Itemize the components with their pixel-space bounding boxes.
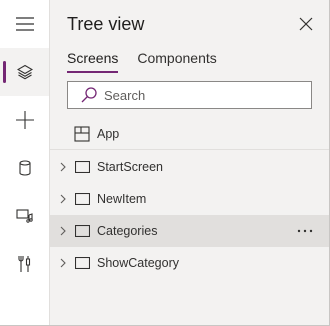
left-rail [0, 0, 50, 325]
chevron-right-icon[interactable] [59, 226, 67, 236]
search-input[interactable] [104, 87, 284, 103]
chevron-right-icon[interactable] [59, 194, 67, 204]
tree-item-label: ShowCategory [97, 256, 179, 270]
close-button[interactable] [297, 15, 315, 33]
layers-icon [16, 64, 33, 80]
panel-title: Tree view [67, 14, 145, 34]
app-frame: Tree view Screens Components App [0, 0, 330, 326]
tree-item-startscreen[interactable]: StartScreen [50, 151, 329, 183]
tree-item-label: NewItem [97, 192, 147, 206]
tree-item-label: App [97, 127, 120, 141]
tab-bar: Screens Components [67, 50, 217, 73]
chevron-right-icon[interactable] [59, 258, 67, 268]
screen-icon [75, 161, 90, 173]
search-icon [81, 87, 97, 103]
close-icon [299, 17, 313, 31]
more-options-button[interactable] [295, 222, 315, 240]
search-box[interactable] [67, 81, 312, 109]
chevron-right-icon[interactable] [59, 162, 67, 172]
data-button[interactable] [0, 144, 49, 192]
tree-item-showcategory[interactable]: ShowCategory [50, 247, 329, 279]
database-icon [18, 160, 31, 176]
tree-view-panel: Tree view Screens Components App [50, 0, 329, 325]
hamburger-menu-icon [15, 17, 34, 31]
tree-item-label: Categories [97, 224, 158, 238]
screen-icon [75, 257, 90, 269]
menu-button[interactable] [0, 0, 49, 48]
tab-screens[interactable]: Screens [67, 50, 119, 73]
media-button[interactable] [0, 192, 49, 240]
tools-icon [17, 256, 30, 272]
screen-icon [75, 225, 90, 237]
tree-view-button[interactable] [0, 48, 49, 96]
screen-icon [75, 193, 90, 205]
screens-list: StartScreen NewItem Categories ShowCateg… [50, 151, 329, 279]
tree-item-newitem[interactable]: NewItem [50, 183, 329, 215]
plus-icon [15, 111, 34, 129]
tab-components[interactable]: Components [137, 50, 216, 73]
advanced-tools-button[interactable] [0, 240, 49, 288]
tree-item-label: StartScreen [97, 160, 164, 174]
insert-button[interactable] [0, 96, 49, 144]
media-icon [15, 209, 33, 223]
ellipsis-icon [297, 229, 313, 233]
app-icon [74, 126, 90, 142]
tree-item-categories[interactable]: Categories [50, 215, 329, 247]
tree-item-app[interactable]: App [50, 119, 329, 150]
